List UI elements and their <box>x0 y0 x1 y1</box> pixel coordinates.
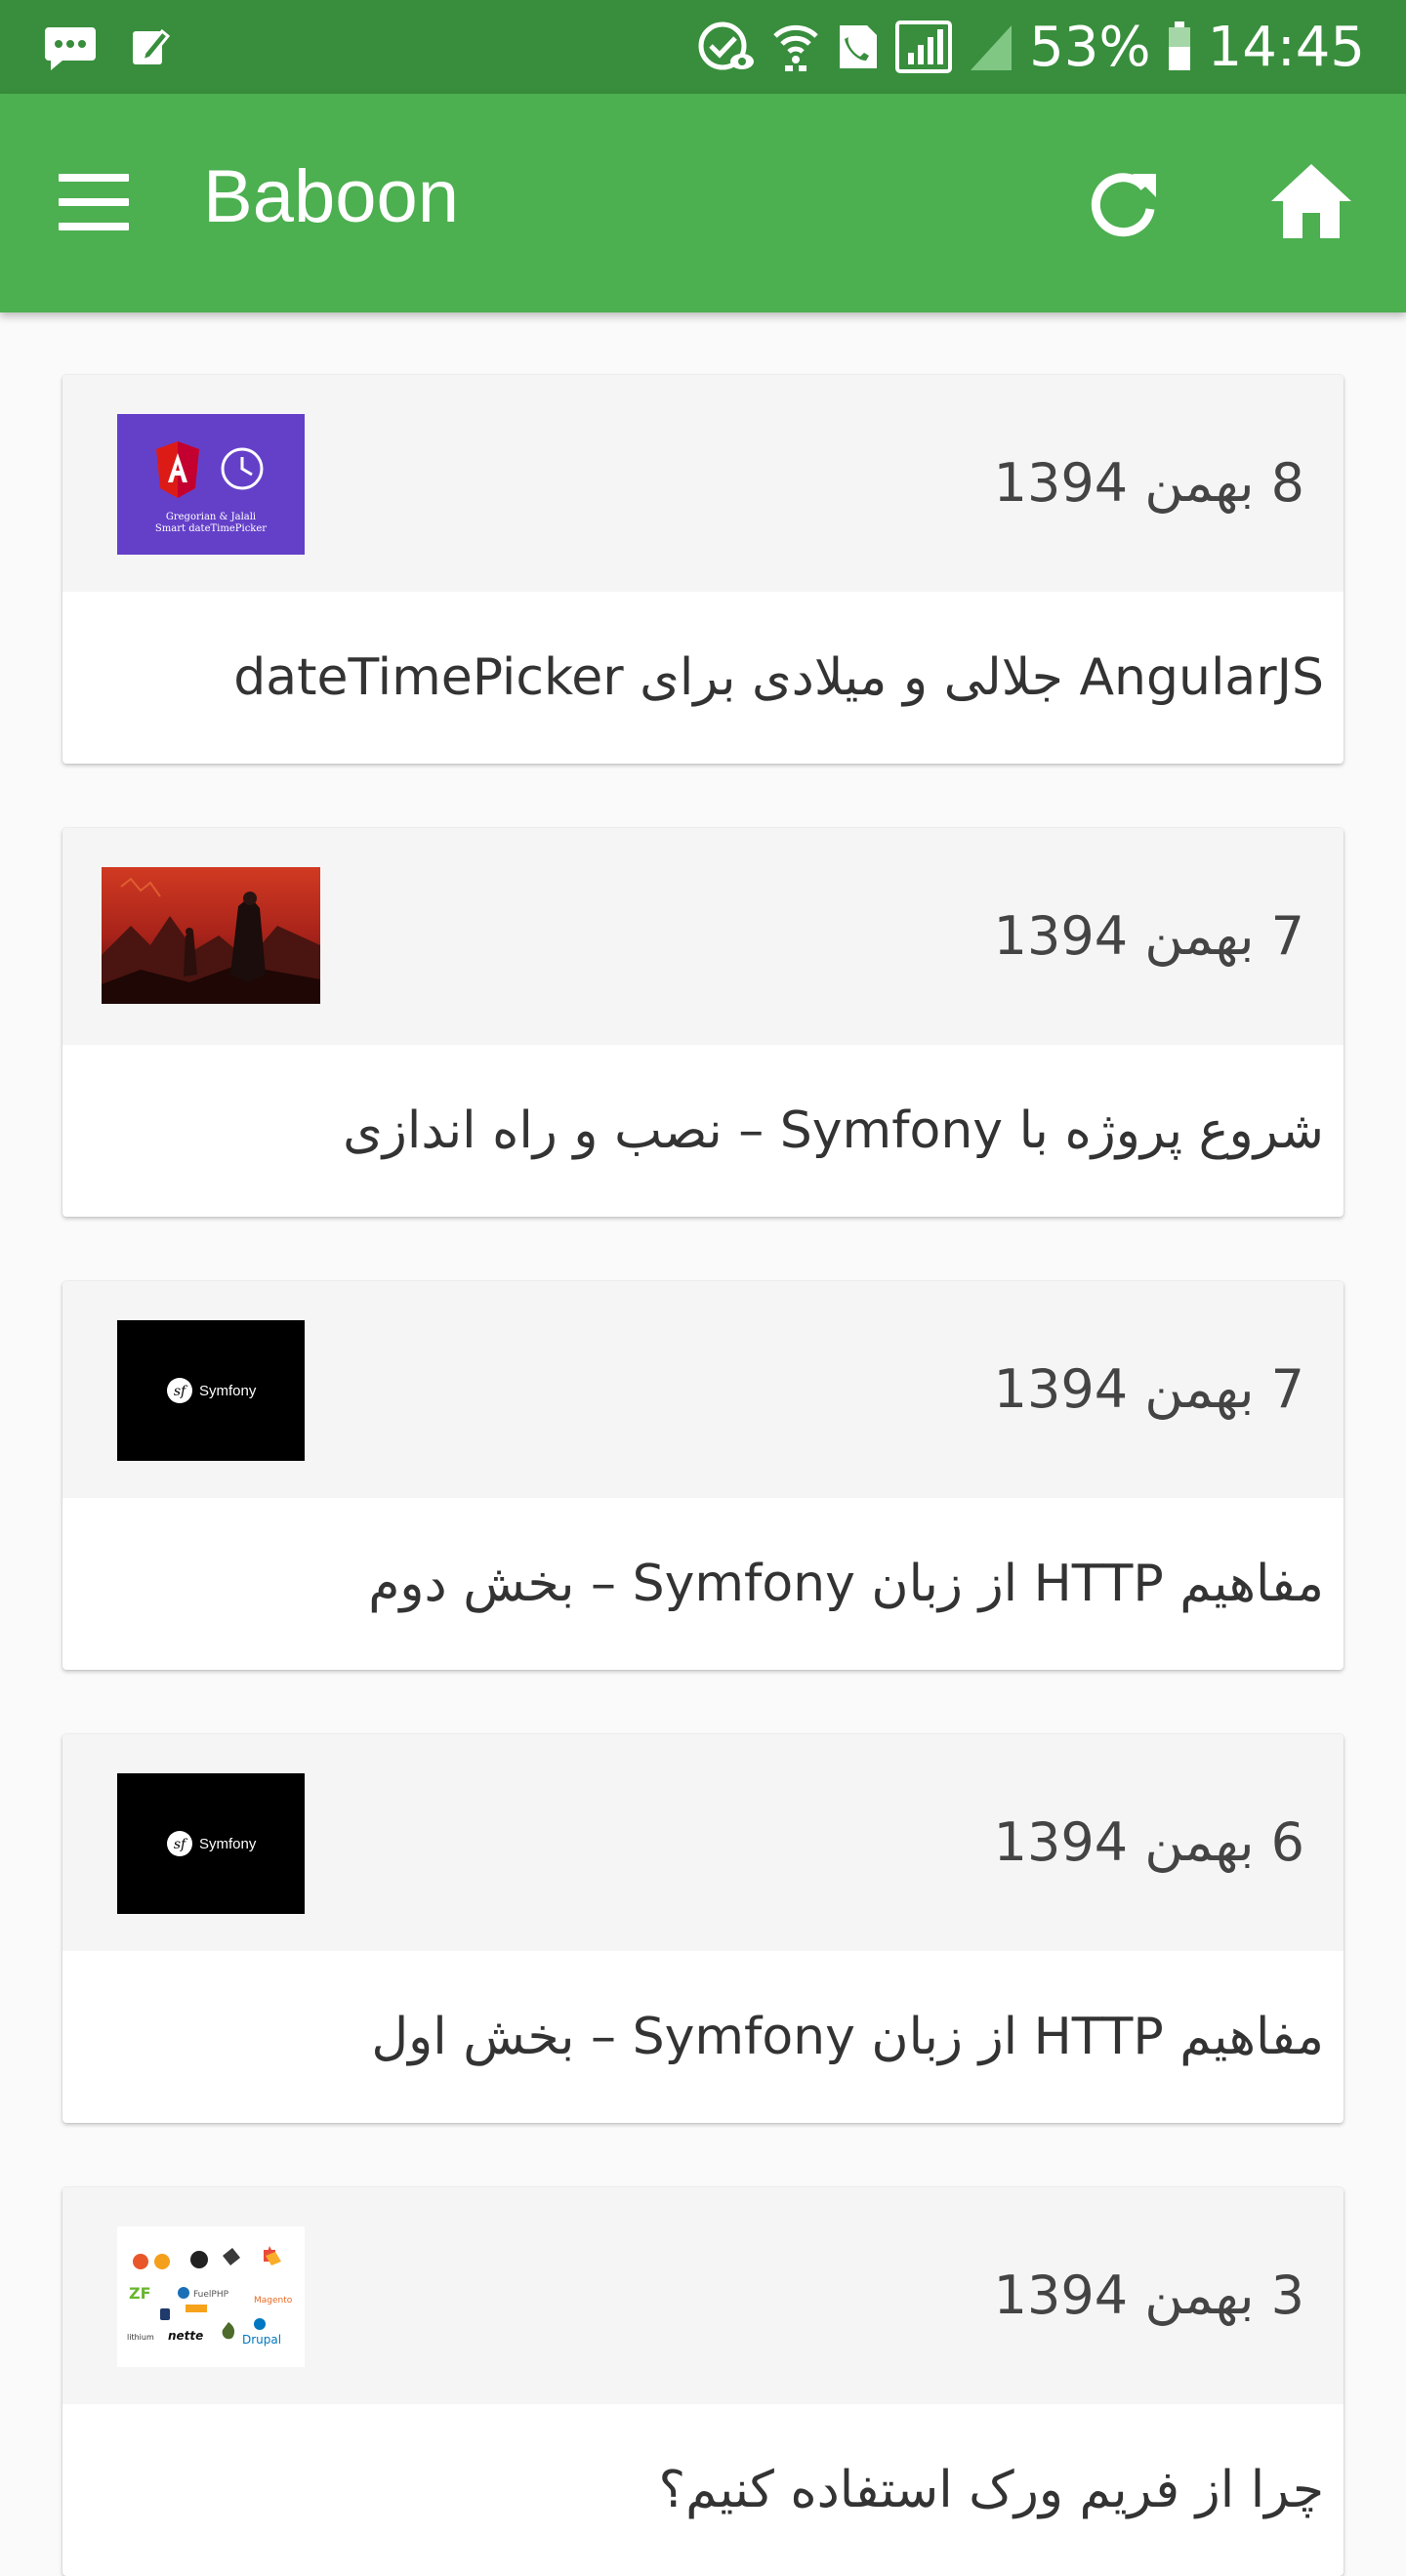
battery-percent: 53% <box>1029 15 1151 79</box>
refresh-icon <box>1091 173 1156 237</box>
post-card-header: ZF FuelPHP Magento lithium nette Drupal … <box>62 2187 1344 2404</box>
post-date: 7 بهمن 1394 <box>993 905 1304 967</box>
post-date: 7 بهمن 1394 <box>993 1358 1304 1420</box>
menu-button[interactable] <box>59 174 131 230</box>
status-bar: 53% 14:45 <box>0 0 1406 94</box>
menu-icon <box>59 174 129 182</box>
eye-check-icon <box>697 21 756 73</box>
post-card-header: 7 بهمن 1394 <box>62 828 1344 1045</box>
symfony-logo-thumbnail: sf Symfony <box>117 1773 305 1914</box>
home-icon <box>1271 164 1351 238</box>
post-card[interactable]: sf Symfony 6 بهمن 1394 مفاهیم HTTP از زب… <box>62 1734 1344 2123</box>
thumb-caption-line-2: Smart dateTimePicker <box>155 523 267 534</box>
post-date: 3 بهمن 1394 <box>993 2264 1304 2326</box>
post-title: مفاهیم HTTP از زبان Symfony – بخش اول <box>371 2008 1324 2066</box>
message-icon <box>43 23 98 70</box>
post-title: شروع پروژه با Symfony – نصب و راه اندازی <box>343 1101 1324 1160</box>
battery-icon <box>1167 21 1192 72</box>
frameworks-logos-thumbnail: ZF FuelPHP Magento lithium nette Drupal <box>117 2226 305 2367</box>
thumb-caption: Symfony <box>199 1836 257 1852</box>
svg-text:nette: nette <box>168 2329 203 2343</box>
svg-text:FuelPHP: FuelPHP <box>193 2290 229 2300</box>
home-button[interactable] <box>1269 162 1353 240</box>
post-title: چرا از فریم ورک استفاده کنیم؟ <box>658 2461 1324 2519</box>
thumb-caption: Symfony <box>199 1383 257 1399</box>
svg-text:lithium: lithium <box>127 2333 154 2342</box>
wifi-icon <box>771 21 820 73</box>
post-card-header: sf Symfony 6 بهمن 1394 <box>62 1734 1344 1951</box>
fiery-landscape-thumbnail <box>102 867 320 1004</box>
symfony-logo-thumbnail: sf Symfony <box>117 1320 305 1461</box>
post-card-header: sf Symfony 7 بهمن 1394 <box>62 1281 1344 1498</box>
svg-text:Drupal: Drupal <box>242 2333 281 2347</box>
app-bar: Baboon <box>0 94 1406 312</box>
post-card-header: Gregorian & Jalali Smart dateTimePicker … <box>62 375 1344 592</box>
post-card[interactable]: ZF FuelPHP Magento lithium nette Drupal … <box>62 2187 1344 2576</box>
edit-icon <box>131 23 170 70</box>
post-card[interactable]: 7 بهمن 1394 شروع پروژه با Symfony – نصب … <box>62 828 1344 1217</box>
post-date: 6 بهمن 1394 <box>993 1811 1304 1873</box>
post-date: 8 بهمن 1394 <box>993 452 1304 514</box>
app-title: Baboon <box>203 155 460 238</box>
signal-empty-icon <box>969 21 1013 72</box>
post-card[interactable]: sf Symfony 7 بهمن 1394 مفاهیم HTTP از زب… <box>62 1281 1344 1670</box>
signal-icon <box>894 20 953 74</box>
clock: 14:45 <box>1207 15 1365 79</box>
svg-text:ZF: ZF <box>129 2284 151 2303</box>
post-card[interactable]: Gregorian & Jalali Smart dateTimePicker … <box>62 375 1344 764</box>
angular-datepicker-thumbnail: Gregorian & Jalali Smart dateTimePicker <box>117 414 305 555</box>
svg-text:Magento: Magento <box>254 2296 293 2306</box>
thumb-caption-line-1: Gregorian & Jalali <box>166 512 256 522</box>
refresh-button[interactable] <box>1088 168 1160 240</box>
post-title: مفاهیم HTTP از زبان Symfony – بخش دوم <box>368 1555 1324 1613</box>
post-title: AngularJS جلالی و میلادی برای dateTimePi… <box>233 648 1324 707</box>
call-icon <box>836 21 879 72</box>
